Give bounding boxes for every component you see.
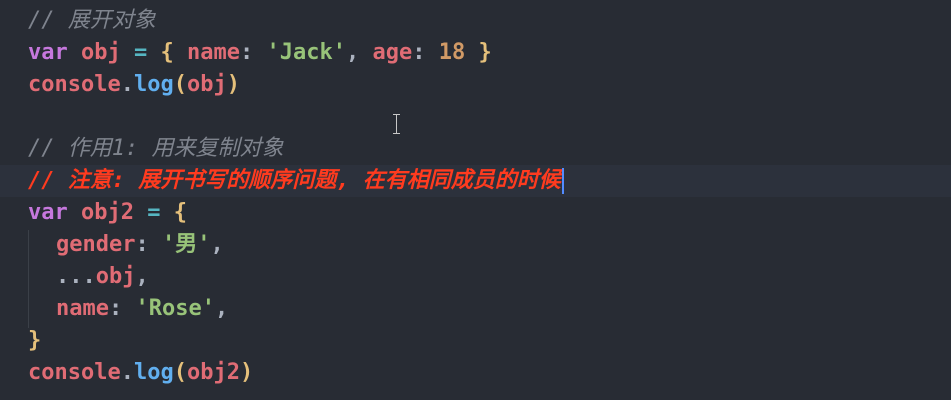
- code-line[interactable]: var obj2 = {: [28, 197, 187, 229]
- code-token: :: [412, 40, 426, 65]
- code-token: (: [173, 360, 187, 385]
- code-token: obj: [95, 264, 136, 289]
- code-editor[interactable]: // 展开对象 var obj = { name: 'Jack', age: 18…: [0, 0, 951, 400]
- code-line[interactable]: var obj = { name: 'Jack', age: 18 }: [28, 37, 492, 69]
- code-token: {: [160, 40, 174, 65]
- code-line[interactable]: ...obj,: [28, 261, 149, 293]
- code-line[interactable]: // 注意: 展开书写的顺序问题, 在有相同成员的时候: [0, 165, 951, 197]
- text-caret: [561, 168, 564, 194]
- code-comment: // 展开对象: [28, 8, 156, 33]
- code-comment: // 注意: 展开书写的顺序问题, 在有相同成员的时候: [28, 168, 561, 193]
- code-token: obj: [81, 40, 121, 65]
- text-cursor-icon: [392, 114, 401, 134]
- code-token: :: [135, 232, 149, 257]
- code-token: 'Rose': [135, 296, 215, 321]
- code-line[interactable]: // 作用1: 用来复制对象: [28, 133, 283, 165]
- code-token: 'Jack': [266, 40, 346, 65]
- code-token: ): [239, 360, 254, 385]
- code-line[interactable]: }: [28, 325, 41, 357]
- code-token: (: [173, 72, 187, 97]
- code-token: .: [120, 360, 134, 385]
- code-token: console: [28, 72, 121, 97]
- code-line[interactable]: name: 'Rose',: [28, 293, 228, 325]
- code-token: name: [187, 40, 240, 65]
- code-token: log: [133, 360, 174, 385]
- code-token: var: [28, 40, 68, 65]
- code-token: }: [478, 40, 492, 65]
- code-token: ,: [135, 264, 149, 289]
- code-line[interactable]: console.log(obj): [28, 69, 240, 101]
- code-token: 18: [438, 40, 466, 65]
- code-token: :: [108, 296, 123, 321]
- code-token: obj2: [81, 200, 134, 225]
- code-token: .: [120, 72, 134, 97]
- code-token: ...: [56, 264, 96, 289]
- code-token: '男': [161, 232, 211, 257]
- code-token: log: [133, 72, 174, 97]
- code-token: ,: [210, 232, 224, 257]
- code-token: ,: [345, 40, 360, 65]
- code-token: {: [173, 200, 187, 225]
- code-line[interactable]: // 展开对象: [28, 5, 156, 37]
- code-token: obj: [186, 72, 227, 97]
- code-token: ,: [214, 296, 229, 321]
- code-token: }: [28, 328, 42, 353]
- code-token: var: [28, 200, 68, 225]
- code-token: age: [372, 40, 413, 65]
- code-token: =: [134, 40, 148, 65]
- code-token: =: [147, 200, 161, 225]
- code-token: :: [239, 40, 254, 65]
- code-token: ): [226, 72, 240, 97]
- code-token: obj2: [186, 360, 240, 385]
- code-comment: // 作用1: 用来复制对象: [28, 136, 284, 161]
- code-line[interactable]: console.log(obj2): [28, 357, 253, 389]
- code-token: gender: [56, 232, 136, 257]
- code-token: console: [28, 360, 121, 385]
- code-token: name: [56, 296, 109, 321]
- code-line[interactable]: gender: '男',: [28, 229, 224, 261]
